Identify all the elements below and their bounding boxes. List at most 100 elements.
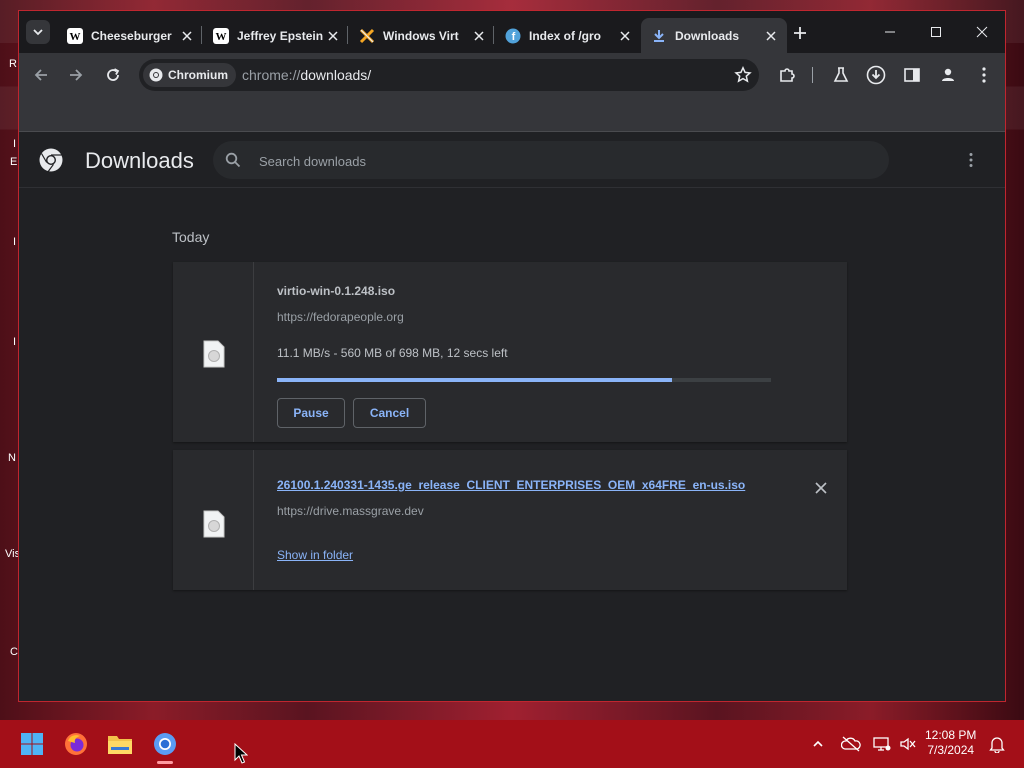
chromium-icon [154,733,176,755]
close-icon [815,482,827,494]
volume-muted-icon [900,737,916,751]
reload-icon [107,68,120,81]
download-icon [651,28,667,44]
downloads-menu-button[interactable] [961,150,981,170]
cancel-button[interactable]: Cancel [353,398,426,428]
pause-button[interactable]: Pause [277,398,345,428]
url-scheme: chrome:// [242,67,301,83]
tab-windows-virt[interactable]: Windows Virt [349,18,495,53]
toolbar-divider [812,67,813,83]
notification-bell-icon [989,737,1005,753]
close-icon[interactable] [763,28,779,44]
page-title: Downloads [85,148,194,173]
file-source-url[interactable]: https://fedorapeople.org [277,310,404,324]
show-hidden-icons-button[interactable] [808,734,828,754]
date-section-label: Today [172,229,210,245]
fedora-icon: f [505,28,521,44]
tab-search-button[interactable] [26,20,50,44]
notifications-button[interactable] [987,734,1007,754]
chip-label: Chromium [168,68,228,82]
tab-separator [201,26,202,44]
site-info-chip[interactable]: Chromium [143,63,236,87]
downloads-button[interactable] [864,63,888,87]
labs-button[interactable] [829,63,853,87]
forward-button[interactable] [64,63,88,87]
progress-fill [277,378,673,382]
show-in-folder-link[interactable]: Show in folder [277,548,353,562]
tab-jeffrey-epstein[interactable]: W Jeffrey Epstein [203,18,349,53]
download-circle-icon [866,65,886,85]
profile-button[interactable] [936,63,960,87]
firefox-taskbar-button[interactable] [60,728,92,760]
plus-icon [794,27,806,39]
desktop-edge-text: I [13,336,17,348]
minimize-button[interactable] [867,19,913,45]
taskbar: 12:08 PM 7/3/2024 [0,720,1024,768]
star-icon [734,66,752,83]
address-bar[interactable]: Chromium chrome://downloads/ [139,59,759,91]
browser-toolbar: Chromium chrome://downloads/ [19,53,1005,97]
bookmark-bar [19,97,1005,132]
close-window-button[interactable] [959,19,1005,45]
chevron-down-icon [33,29,43,36]
network-tray-button[interactable] [872,734,892,754]
tab-downloads[interactable]: Downloads [641,18,787,53]
arrow-left-icon [34,69,47,81]
close-icon[interactable] [179,28,195,44]
download-item: 26100.1.240331-1435.ge_release_CLIENT_EN… [173,450,847,590]
search-input[interactable] [257,150,861,172]
close-icon[interactable] [325,28,341,44]
url-text[interactable]: chrome://downloads/ [242,67,371,83]
remove-item-button[interactable] [812,479,830,497]
windows-start-icon [21,733,43,755]
search-box[interactable] [213,141,889,179]
tab-title: Windows Virt [383,28,459,43]
extensions-button[interactable] [775,63,799,87]
search-icon [225,152,241,168]
network-icon [873,737,891,751]
volume-tray-button[interactable] [898,734,918,754]
reload-button[interactable] [101,63,125,87]
chevron-up-icon [813,740,823,747]
desktop-edge-text: I [13,236,17,248]
file-explorer-icon [108,736,132,754]
back-button[interactable] [29,63,53,87]
side-panel-button[interactable] [900,63,924,87]
clock-date: 7/3/2024 [927,743,975,757]
file-icon [203,340,225,368]
tab-cheeseburger[interactable]: W Cheeseburger [57,18,203,53]
tab-title: Jeffrey Epstein [237,28,324,43]
desktop-edge-text: E [10,156,18,168]
x-logo-icon [359,28,375,44]
wikipedia-icon: W [213,27,229,44]
tab-title: Downloads [675,28,740,43]
file-icon-column [173,450,254,590]
maximize-button[interactable] [913,19,959,45]
chromium-taskbar-button[interactable] [149,728,181,764]
taskbar-clock[interactable]: 12:08 PM 7/3/2024 [925,728,976,758]
desktop-edge-text: R [9,58,17,70]
start-button[interactable] [16,728,48,760]
browser-menu-button[interactable] [972,63,996,87]
new-tab-button[interactable] [790,23,810,43]
url-path: downloads/ [300,67,372,83]
file-source-url[interactable]: https://drive.massgrave.dev [277,504,424,518]
file-explorer-taskbar-button[interactable] [104,728,136,760]
wikipedia-icon: W [67,27,83,44]
close-icon[interactable] [471,28,487,44]
close-icon [976,26,988,38]
tab-index-of[interactable]: f Index of /gro [495,18,641,53]
onedrive-tray-button[interactable] [841,734,861,754]
close-icon[interactable] [617,28,633,44]
chromium-icon [149,68,163,82]
progress-bar [277,378,771,382]
flask-icon [833,67,849,82]
file-name-link[interactable]: 26100.1.240331-1435.ge_release_CLIENT_EN… [277,478,745,492]
tab-title: Cheeseburger [91,28,172,43]
kebab-menu-icon [969,153,973,167]
bookmark-star-button[interactable] [733,65,753,85]
svg-text:W: W [70,31,81,43]
download-item: virtio-win-0.1.248.iso https://fedorapeo… [173,262,847,442]
file-name[interactable]: virtio-win-0.1.248.iso [277,284,395,298]
person-icon [942,68,954,81]
